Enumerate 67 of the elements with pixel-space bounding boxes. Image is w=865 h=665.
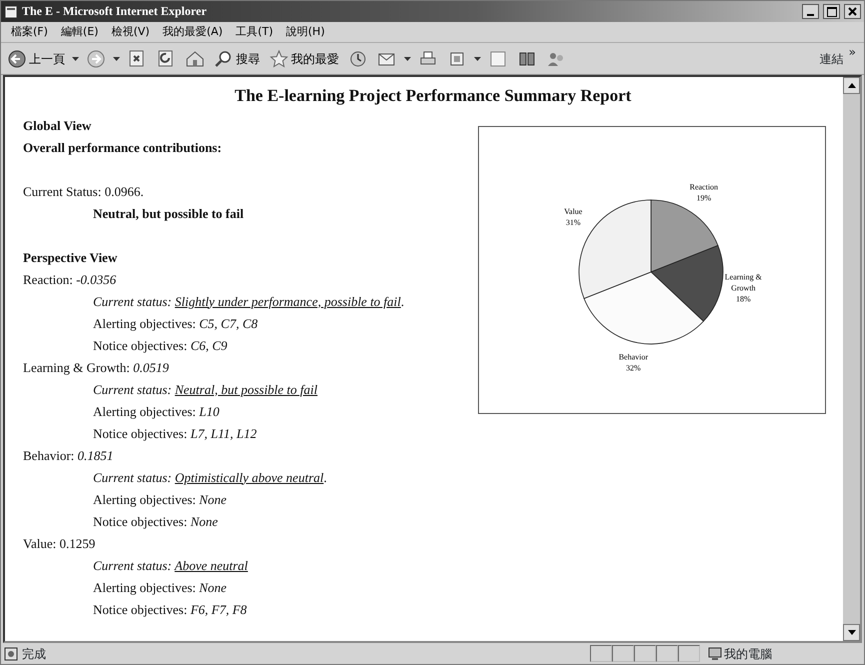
objectives-line: Alerting objectives: None: [92, 490, 228, 509]
section-heading: Global View: [23, 116, 92, 134]
objectives-line: Notice objectives: None: [92, 512, 219, 531]
menu-item[interactable]: 工具(T): [236, 24, 273, 40]
scroll-down-button[interactable]: [843, 624, 860, 641]
objectives-line: Notice objectives: F6, F7, F8: [92, 600, 248, 619]
objectives-line: Notice objectives: C6, C9: [92, 336, 228, 355]
scrollbar[interactable]: [843, 77, 860, 641]
close-button[interactable]: [844, 4, 861, 19]
zone-text: 我的電腦: [724, 646, 773, 662]
minimize-button[interactable]: [802, 4, 819, 19]
history-icon: [348, 48, 368, 68]
down-arrow-icon: [848, 630, 856, 635]
status-pane: [634, 645, 656, 662]
search-button[interactable]: 搜尋: [212, 48, 262, 68]
back-button[interactable]: 上一頁: [5, 48, 67, 68]
status-pane: [678, 645, 700, 662]
menu-item[interactable]: 編輯(E): [60, 24, 98, 40]
close-icon: [848, 7, 857, 16]
subheading: Overall performance contributions:: [23, 138, 223, 157]
menu-item[interactable]: 檔案(F): [11, 24, 48, 40]
status-line: Current status: Above neutral: [92, 556, 249, 574]
status-line: Current status: Slightly under performance, possible to fail.: [92, 292, 406, 311]
verdict-text: Neutral, but possible to fail: [92, 204, 245, 223]
maximize-button[interactable]: [823, 4, 840, 19]
objectives-line: Alerting objectives: L10: [92, 402, 220, 421]
slice-label: Value 31%: [564, 206, 582, 227]
menu-item[interactable]: 檢視(V): [111, 24, 150, 40]
section-heading: Perspective View: [23, 248, 118, 267]
more-links-button[interactable]: »: [848, 43, 856, 61]
status-line: Current status: Neutral, but possible to fail: [92, 380, 319, 399]
page-icon: [488, 48, 508, 68]
slice-label: Behavior 32%: [618, 352, 648, 372]
caret-icon[interactable]: [72, 56, 79, 60]
status-pane: [612, 645, 634, 662]
caret-icon[interactable]: [404, 56, 411, 60]
status-pane: [656, 645, 678, 662]
scroll-up-button[interactable]: [843, 77, 860, 94]
status-line: Current status: Optimistically above neutral.: [92, 468, 328, 487]
perspective-line: Value: 0.1259: [23, 534, 96, 552]
page-icon: [4, 4, 18, 18]
window-title: The E - Microsoft Internet Explorer: [22, 4, 207, 19]
caret-icon[interactable]: [474, 56, 481, 60]
report-title: The E-learning Project Performance Summary Report: [234, 85, 632, 107]
links-label[interactable]: 連結: [820, 50, 844, 68]
status-text: 完成: [22, 646, 46, 662]
minimize-icon: [807, 14, 814, 16]
home-icon: [185, 48, 205, 68]
favorites-button[interactable]: 我的最愛: [267, 48, 341, 68]
menu-item[interactable]: 說明(H): [286, 24, 325, 40]
perspective-line: Behavior: 0.1851: [23, 446, 114, 464]
up-arrow-icon: [848, 83, 856, 88]
menu-item[interactable]: 我的最愛(A): [162, 24, 223, 40]
status-line: Current Status: 0.0966.: [23, 182, 145, 200]
status-pane: [590, 645, 612, 662]
caret-icon[interactable]: [113, 56, 120, 60]
perspective-line: Reaction: -0.0356: [23, 270, 118, 288]
computer-icon: [708, 646, 724, 660]
perspective-line: Learning & Growth: 0.0519: [23, 358, 170, 377]
maximize-icon: [826, 6, 836, 16]
objectives-line: Notice objectives: L7, L11, L12: [92, 424, 258, 443]
star-icon: [269, 48, 289, 68]
slice-label: Reaction 19%: [690, 182, 718, 202]
slice-label: Learning & Growth 18%: [724, 272, 762, 304]
page-icon: [4, 646, 18, 660]
objectives-line: Alerting objectives: C5, C7, C8: [92, 314, 259, 333]
objectives-line: Alerting objectives: None: [92, 578, 228, 597]
